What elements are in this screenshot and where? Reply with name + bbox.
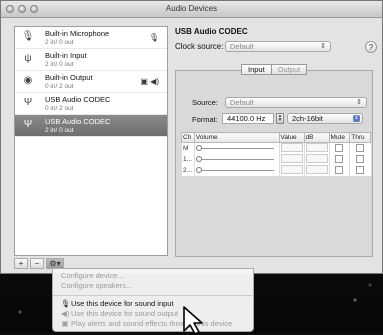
title-bar: Audio Devices (1, 1, 382, 18)
device-name: Built-in Output (45, 73, 93, 82)
device-item-built-in-input[interactable]: ψ Built-in Input 2 in/ 0 out (15, 49, 167, 71)
menu-item-configure-device[interactable]: Configure device... (53, 271, 253, 281)
device-item-usb-audio-codec-input[interactable]: Ψ USB Audio CODEC 2 in/ 0 out (15, 115, 167, 137)
menu-item-use-for-input[interactable]: 🎙Use this device for sound input (53, 299, 253, 309)
db-field (305, 165, 328, 174)
device-channels: 0 in/ 2 out (45, 83, 74, 90)
clock-source-value: Default (230, 42, 254, 51)
clock-source-select[interactable]: Default ⇕ (225, 41, 331, 52)
mute-checkbox[interactable] (335, 165, 344, 174)
column-header-ch: Ch (181, 132, 195, 143)
help-button[interactable]: ? (365, 41, 377, 53)
column-header-mute: Mute (328, 132, 351, 143)
format-rate-value: 44100.0 Hz (227, 114, 266, 123)
value-field (280, 154, 303, 163)
source-value: Default (230, 98, 254, 107)
channel-label: M (181, 142, 195, 154)
speaker-icon: ◉ (23, 75, 33, 86)
clock-source-label: Clock source: (175, 42, 224, 51)
menu-item-label: Use this device for sound input (71, 299, 174, 308)
channel-table: Ch Volume Value dB Mute Thru M 1... 2... (181, 132, 371, 176)
device-name: Built-in Microphone (45, 29, 110, 38)
tab-output[interactable]: Output (271, 64, 308, 75)
source-select[interactable]: Default ⇕ (225, 97, 367, 108)
device-title: USB Audio CODEC (175, 27, 248, 36)
mute-checkbox[interactable] (335, 154, 344, 163)
add-device-button[interactable]: + (14, 258, 28, 269)
source-label: Source: (192, 98, 218, 107)
channel-label: 2... (181, 165, 195, 176)
mouse-pointer-icon (183, 306, 203, 335)
format-bits-value: 2ch-16bit (292, 114, 323, 123)
device-item-built-in-microphone[interactable]: 🎙 Built-in Microphone 2 in/ 0 out 🎙 (15, 27, 167, 49)
column-header-value: Value (278, 132, 305, 143)
device-item-usb-audio-codec-output[interactable]: Ψ USB Audio CODEC 0 in/ 2 out (15, 93, 167, 115)
chevron-updown-icon: ⇕ (356, 99, 362, 106)
microphone-icon: 🎙 (21, 31, 35, 42)
window-title: Audio Devices (165, 4, 218, 13)
chevron-updown-icon: ⇕ (353, 115, 360, 122)
channel-label: 1... (181, 154, 195, 165)
volume-slider[interactable] (195, 166, 278, 175)
speaker-icon: ◀) (61, 309, 70, 318)
gear-popup-menu: Configure device... Configure speakers..… (52, 268, 254, 332)
device-channels: 2 in/ 0 out (45, 127, 74, 134)
table-row: 2... (181, 165, 371, 176)
device-name: USB Audio CODEC (45, 117, 111, 126)
column-header-thru: Thru (349, 132, 371, 143)
remove-device-button[interactable]: − (30, 258, 44, 269)
microphone-icon: 🎙 (61, 299, 71, 308)
audio-devices-window: Audio Devices 🎙 Built-in Microphone 2 in… (0, 0, 383, 274)
tab-input[interactable]: Input (241, 64, 272, 75)
device-name: USB Audio CODEC (45, 95, 111, 104)
slider-knob[interactable] (195, 156, 202, 162)
device-channels: 0 in/ 2 out (45, 105, 74, 112)
value-field (280, 165, 303, 174)
volume-slider[interactable] (195, 144, 278, 153)
db-field (305, 143, 328, 152)
output-device-icons: ▣ ◀) (140, 77, 159, 86)
menu-separator (53, 295, 253, 296)
menu-item-use-for-output[interactable]: ◀) Use this device for sound output (53, 309, 253, 319)
device-channels: 2 in/ 0 out (45, 39, 74, 46)
table-row: 1... (181, 154, 371, 165)
table-row: M (181, 142, 371, 154)
format-rate-field[interactable]: 44100.0 Hz (222, 113, 274, 124)
slider-knob[interactable] (195, 145, 202, 151)
usb-icon: Ψ (23, 97, 33, 108)
input-device-icon: 🎙 (148, 33, 159, 42)
db-field (305, 154, 328, 163)
device-list: 🎙 Built-in Microphone 2 in/ 0 out 🎙 ψ Bu… (14, 26, 168, 256)
format-label: Format: (192, 115, 218, 124)
chevron-updown-icon: ⇕ (320, 43, 326, 50)
format-bits-select[interactable]: 2ch-16bit ⇕ (287, 113, 363, 124)
alert-icon: ▣ (61, 319, 69, 328)
column-header-volume: Volume (193, 132, 280, 143)
thru-checkbox[interactable] (356, 154, 365, 163)
menu-item-label: Use this device for sound output (71, 309, 179, 318)
volume-slider[interactable] (195, 155, 278, 164)
usb-icon: Ψ (23, 119, 33, 130)
value-field (280, 143, 303, 152)
mute-checkbox[interactable] (335, 143, 344, 152)
thru-checkbox[interactable] (356, 165, 365, 174)
slider-knob[interactable] (195, 167, 202, 173)
device-name: Built-in Input (45, 51, 87, 60)
device-channels: 2 in/ 0 out (45, 61, 74, 68)
menu-item-play-alerts[interactable]: ▣ Play alerts and sound effects through t… (53, 319, 253, 329)
device-item-built-in-output[interactable]: ◉ Built-in Output 0 in/ 2 out ▣ ◀) (15, 71, 167, 93)
io-tab-control: Input Output (241, 64, 308, 75)
thru-checkbox[interactable] (356, 143, 365, 152)
column-header-db: dB (303, 132, 330, 143)
input-jack-icon: ψ (24, 53, 32, 64)
format-rate-stepper[interactable]: ▲ ▼ (276, 113, 284, 124)
menu-item-configure-speakers[interactable]: Configure speakers... (53, 281, 253, 291)
